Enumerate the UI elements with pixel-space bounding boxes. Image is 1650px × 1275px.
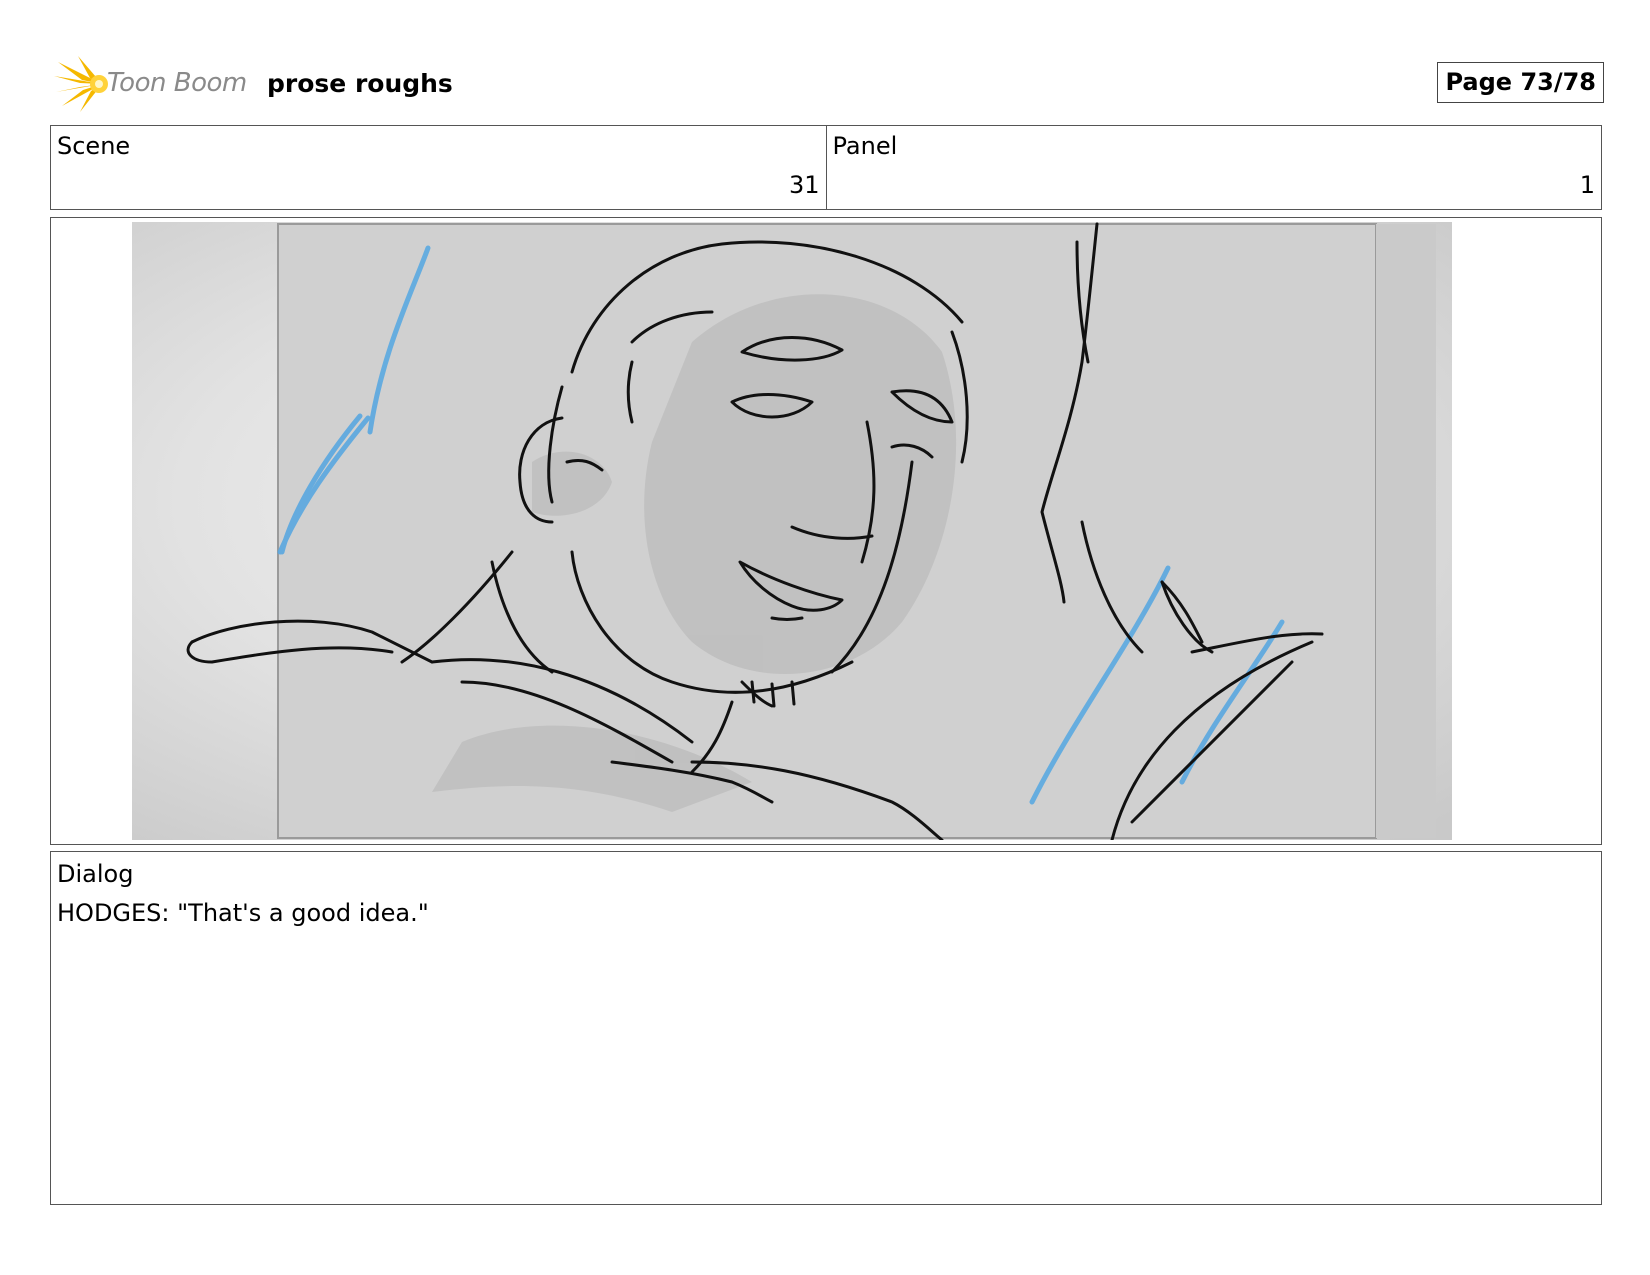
right-shade — [1376, 224, 1436, 838]
scene-label: Scene — [57, 132, 131, 160]
scene-number: 31 — [788, 171, 820, 199]
panel-cell: Panel 1 — [825, 126, 1602, 209]
panel-label: Panel — [832, 132, 898, 160]
storyboard-panel-frame — [50, 217, 1602, 845]
scene-panel-row: Scene 31 Panel 1 — [50, 125, 1602, 210]
dialog-box: Dialog HODGES: "That's a good idea." — [50, 851, 1602, 1205]
page-header: Toon Boom prose roughs Page 73/78 — [52, 56, 1604, 112]
panel-number: 1 — [1579, 171, 1595, 199]
starburst-icon — [54, 56, 108, 112]
project-title: prose roughs — [267, 69, 453, 98]
scene-cell: Scene 31 — [51, 126, 826, 209]
page-indicator: Page 73/78 — [1437, 62, 1604, 103]
dialog-label: Dialog — [57, 860, 134, 888]
toon-boom-logo: Toon Boom — [52, 56, 252, 112]
dialog-text: HODGES: "That's a good idea." — [57, 899, 429, 927]
logo-text: Toon Boom — [107, 68, 247, 98]
storyboard-sketch — [132, 222, 1452, 840]
